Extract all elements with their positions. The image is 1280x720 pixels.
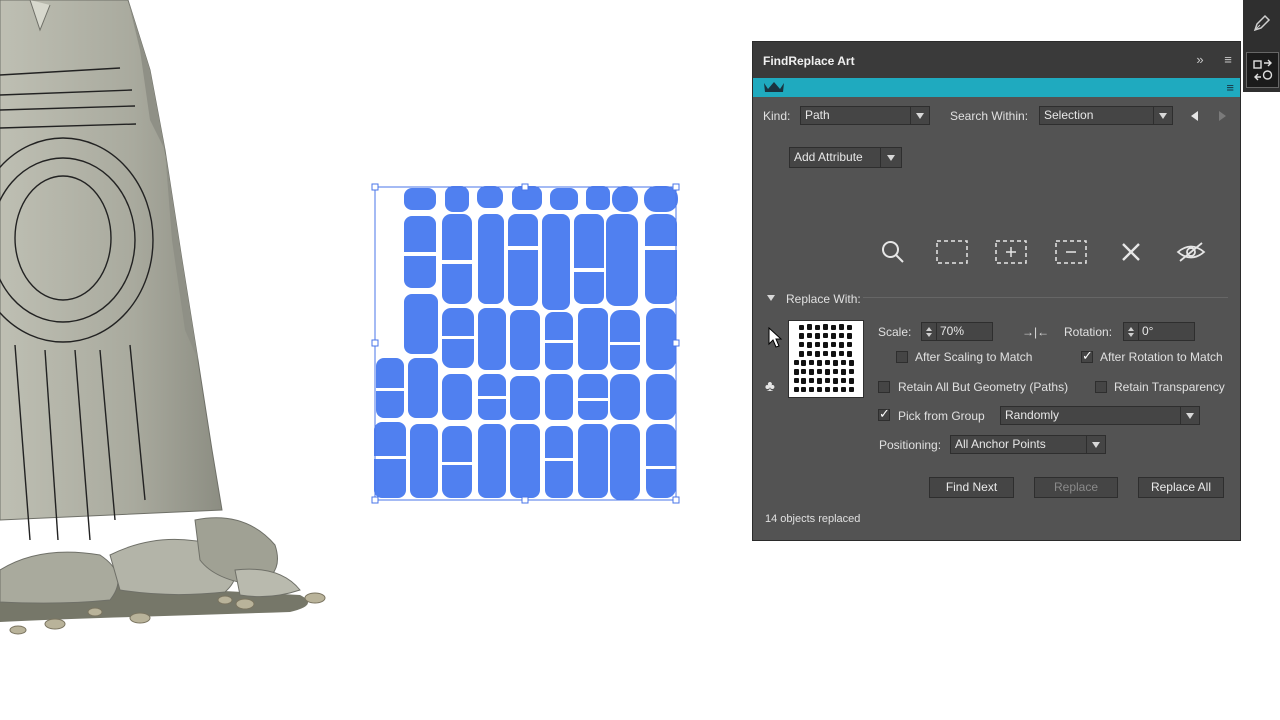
- scale-stepper[interactable]: [922, 323, 937, 340]
- chevron-down-icon: [1086, 436, 1105, 453]
- search-icon[interactable]: [875, 237, 911, 267]
- collapse-icon[interactable]: »: [1191, 51, 1209, 69]
- stone-illustration: [0, 0, 326, 635]
- after-scaling-checkbox[interactable]: [896, 351, 908, 363]
- pen-tool-icon[interactable]: [1246, 6, 1277, 40]
- divider: [863, 297, 1228, 298]
- scale-label: Scale:: [878, 325, 912, 339]
- pick-from-group-checkbox[interactable]: [878, 406, 890, 422]
- panel-title: FindReplace Art: [763, 54, 855, 68]
- add-attribute-button[interactable]: Add Attribute: [789, 147, 902, 168]
- after-rotation-checkbox[interactable]: [1081, 348, 1093, 364]
- findreplace-panel: FindReplace Art » ≡ ≡ Kind: Path Search …: [752, 41, 1241, 541]
- search-within-value: Selection: [1044, 108, 1094, 122]
- chevron-down-icon: [910, 107, 929, 124]
- replace-with-label: Replace With:: [786, 292, 861, 306]
- positioning-value: All Anchor Points: [955, 437, 1046, 451]
- rotation-value: 0°: [1142, 324, 1154, 338]
- hide-icon[interactable]: [1173, 237, 1209, 267]
- previous-icon[interactable]: [1191, 110, 1199, 124]
- add-attribute-label: Add Attribute: [794, 150, 863, 164]
- scale-input[interactable]: 70%: [921, 322, 993, 341]
- rotation-stepper[interactable]: [1124, 323, 1139, 340]
- status-text: 14 objects replaced: [765, 513, 861, 525]
- search-within-label: Search Within:: [950, 109, 1029, 123]
- positioning-dropdown[interactable]: All Anchor Points: [950, 435, 1106, 454]
- pick-from-group-label: Pick from Group: [898, 409, 985, 423]
- next-icon[interactable]: [1218, 110, 1226, 124]
- chevron-down-icon: [880, 148, 901, 167]
- kind-dropdown[interactable]: Path: [800, 106, 930, 125]
- retain-all-checkbox[interactable]: [878, 381, 890, 393]
- kind-label: Kind:: [763, 109, 791, 123]
- close-icon[interactable]: [1113, 237, 1149, 267]
- after-scaling-label: After Scaling to Match: [915, 350, 1033, 364]
- club-icon[interactable]: ♣: [765, 378, 775, 395]
- pick-mode-dropdown[interactable]: Randomly: [1000, 406, 1200, 425]
- replacement-thumbnail[interactable]: [788, 320, 864, 398]
- find-next-button[interactable]: Find Next: [929, 477, 1014, 498]
- match-size-icon[interactable]: →|←: [1022, 325, 1049, 339]
- panel-menu-icon[interactable]: ≡: [1219, 51, 1237, 69]
- retain-transparency-label: Retain Transparency: [1114, 380, 1225, 394]
- chevron-down-icon: [1153, 107, 1172, 124]
- accent-bar: ≡: [753, 78, 1240, 97]
- tools-strip: [1243, 0, 1280, 92]
- cursor-icon: [767, 326, 783, 352]
- retain-transparency-checkbox[interactable]: [1095, 381, 1107, 393]
- pick-mode-value: Randomly: [1005, 408, 1060, 422]
- kind-value: Path: [805, 108, 830, 122]
- find-replace-icon[interactable]: [1246, 52, 1279, 88]
- after-rotation-label: After Rotation to Match: [1100, 350, 1223, 364]
- retain-all-label: Retain All But Geometry (Paths): [898, 380, 1069, 394]
- chevron-down-icon: [1180, 407, 1199, 424]
- panel-header: FindReplace Art » ≡: [753, 42, 1240, 78]
- add-to-selection-icon[interactable]: [993, 237, 1029, 267]
- replace-all-button[interactable]: Replace All: [1138, 477, 1224, 498]
- rotation-input[interactable]: 0°: [1123, 322, 1195, 341]
- positioning-label: Positioning:: [879, 438, 942, 452]
- rotation-label: Rotation:: [1064, 325, 1113, 339]
- crown-icon[interactable]: [762, 80, 786, 97]
- subtract-from-selection-icon[interactable]: [1053, 237, 1089, 267]
- selected-artwork[interactable]: [374, 186, 679, 500]
- search-within-dropdown[interactable]: Selection: [1039, 106, 1173, 125]
- replace-button[interactable]: Replace: [1034, 477, 1118, 498]
- disclosure-triangle-icon[interactable]: [767, 295, 775, 301]
- select-all-icon[interactable]: [934, 237, 970, 267]
- scale-value: 70%: [940, 324, 965, 338]
- bar-menu-icon[interactable]: ≡: [1226, 80, 1234, 95]
